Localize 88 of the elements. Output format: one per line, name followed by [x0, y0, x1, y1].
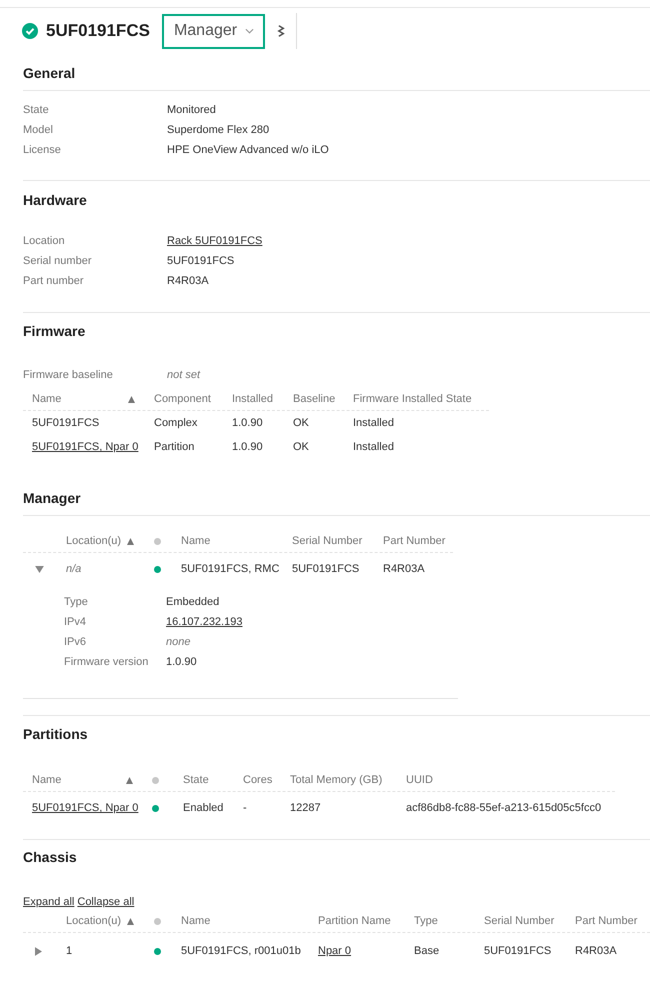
field-label: Part number: [23, 274, 85, 289]
table-cell: -: [243, 802, 247, 814]
table-action-link[interactable]: Expand all: [23, 894, 74, 910]
column-header[interactable]: UUID: [406, 774, 433, 786]
field-label: Firmware version: [64, 655, 150, 670]
table-cell: R4R03A: [383, 563, 425, 575]
table-cell: Enabled: [183, 802, 224, 814]
column-header[interactable]: Location(u): [66, 915, 134, 927]
table-cell: OK: [293, 441, 309, 453]
column-header[interactable]: Serial Number: [484, 915, 554, 927]
section-heading: Chassis: [23, 848, 78, 867]
field-value: not set: [167, 368, 200, 383]
column-header[interactable]: Component: [154, 393, 211, 405]
field-value: Monitored: [167, 103, 216, 118]
column-header[interactable]: Baseline: [293, 393, 336, 405]
field-value: Superdome Flex 280: [167, 123, 270, 138]
column-header[interactable]: Firmware Installed State: [353, 393, 472, 405]
field-label: Location: [23, 234, 66, 249]
table-cell[interactable]: 5UF0191FCS, Npar 0: [32, 802, 138, 814]
column-header[interactable]: Type: [414, 915, 438, 927]
sort-ascending-icon: [128, 396, 135, 402]
table-cell: Installed: [353, 441, 394, 453]
table-cell: Installed: [353, 417, 394, 429]
table-cell: 5UF0191FCS: [292, 563, 360, 575]
sort-ascending-icon: [127, 538, 134, 544]
field-value: HPE OneView Advanced w/o iLO: [167, 143, 329, 158]
column-header[interactable]: Total Memory (GB): [290, 774, 382, 786]
column-header[interactable]: Serial Number: [292, 535, 362, 547]
column-header[interactable]: Name: [181, 535, 210, 547]
expand-caret-icon[interactable]: [35, 946, 42, 956]
field-label: IPv4: [64, 615, 88, 630]
column-header[interactable]: Name: [181, 915, 210, 927]
field-label: Firmware baseline: [23, 368, 114, 383]
table-cell: Base: [414, 945, 440, 957]
field-value: R4R03A: [167, 274, 209, 289]
table-cell: R4R03A: [575, 945, 617, 957]
table-cell: 5UF0191FCS: [484, 945, 552, 957]
table-cell: 5UF0191FCS: [32, 417, 100, 429]
table-cell: 5UF0191FCS, r001u01b: [181, 945, 301, 957]
column-header[interactable]: Partition Name: [318, 915, 391, 927]
column-header[interactable]: Installed: [232, 393, 273, 405]
field-value: none: [166, 635, 190, 650]
table-cell: n/a: [66, 563, 82, 575]
chevron-down-icon: [245, 28, 254, 34]
status-column-icon: [154, 538, 161, 544]
page-title: 5UF0191FCS: [46, 21, 150, 41]
field-value: 5UF0191FCS: [167, 254, 234, 269]
table-action-link[interactable]: Collapse all: [77, 894, 134, 910]
column-header[interactable]: Part Number: [575, 915, 638, 927]
field-label: Model: [23, 123, 54, 138]
sort-ascending-icon: [127, 918, 134, 924]
collapse-caret-icon[interactable]: [35, 566, 44, 572]
table-cell: Partition: [154, 441, 194, 453]
column-header[interactable]: Name: [32, 393, 145, 405]
section-heading: General: [23, 62, 650, 91]
column-header[interactable]: Part Number: [383, 535, 446, 547]
view-dropdown[interactable]: Manager: [162, 14, 266, 48]
status-ok-icon: [22, 23, 38, 39]
column-header[interactable]: Cores: [243, 774, 272, 786]
table-cell: OK: [293, 417, 309, 429]
field-value: 1.0.90: [166, 655, 197, 670]
status-column-icon: [152, 776, 159, 784]
table-cell[interactable]: Npar 0: [318, 945, 352, 957]
field-label: Type: [64, 595, 89, 610]
table-cell: Complex: [154, 417, 198, 429]
table-cell: acf86db8-fc88-55ef-a213-615d05c5fcc0: [406, 802, 602, 814]
status-column-icon: [154, 918, 161, 924]
table-cell: 12287: [290, 802, 321, 814]
column-header[interactable]: Location(u): [66, 535, 134, 547]
column-header[interactable]: State: [183, 774, 209, 786]
section-heading: Manager: [23, 487, 650, 516]
field-label: State: [23, 103, 50, 118]
column-header[interactable]: Name: [32, 774, 143, 786]
sort-ascending-icon: [126, 776, 133, 784]
table-cell: 1: [66, 945, 72, 957]
field-value: Embedded: [166, 595, 220, 610]
section-heading: Firmware: [23, 322, 86, 341]
section-heading: Partitions: [23, 725, 89, 744]
table-cell: 5UF0191FCS, RMC: [181, 563, 280, 575]
field-value[interactable]: Rack 5UF0191FCS: [167, 231, 262, 251]
field-value[interactable]: 16.107.232.193: [166, 612, 242, 632]
table-cell: 1.0.90: [232, 441, 263, 453]
field-label: License: [23, 143, 62, 158]
field-label: IPv6: [64, 635, 88, 650]
table-cell[interactable]: 5UF0191FCS, Npar 0: [32, 441, 138, 453]
table-cell: 1.0.90: [232, 417, 263, 429]
field-label: Serial number: [23, 254, 92, 269]
section-heading: Hardware: [23, 191, 88, 210]
